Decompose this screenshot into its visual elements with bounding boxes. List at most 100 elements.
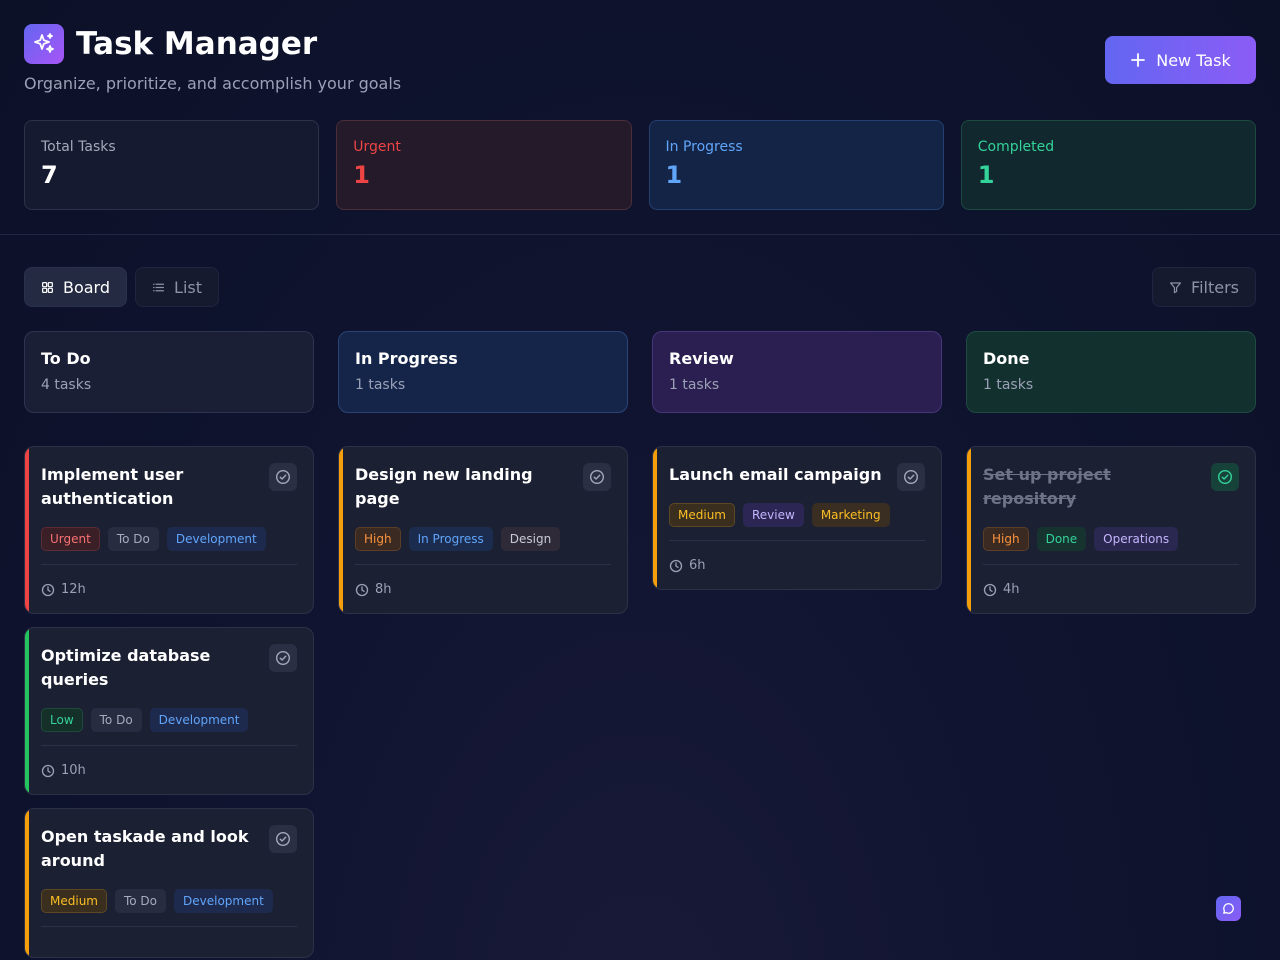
complete-task-button[interactable] (1211, 463, 1239, 491)
column-header: In Progress 1 tasks (338, 331, 628, 413)
status-badge: In Progress (408, 527, 493, 551)
task-meta: 10h (41, 763, 297, 778)
stat-value: 1 (353, 161, 370, 189)
plus-icon (1131, 53, 1146, 67)
column-header: To Do 4 tasks (24, 331, 314, 413)
clock-icon (983, 583, 997, 596)
task-meta: 12h (41, 582, 297, 597)
clock-icon (41, 583, 55, 596)
filter-icon (1170, 281, 1182, 293)
filters-button[interactable]: Filters (1152, 267, 1256, 307)
task-meta: 6h (669, 558, 925, 573)
clock-icon (669, 559, 683, 572)
task-card[interactable]: Open taskade and look around Medium To D… (24, 808, 314, 958)
column-header: Done 1 tasks (966, 331, 1256, 413)
complete-task-button[interactable] (269, 463, 297, 491)
task-card[interactable]: Set up project repository High Done Oper… (966, 446, 1256, 614)
column-to-do: To Do 4 tasks Implement user authenticat… (24, 331, 314, 958)
card-list: Set up project repository High Done Oper… (966, 446, 1256, 614)
stat-value: 1 (665, 161, 683, 189)
complete-task-button[interactable] (269, 825, 297, 853)
column-title: Review (669, 349, 734, 368)
view-toolbar: Board List Filters (24, 267, 1256, 307)
list-icon (153, 283, 165, 291)
board-view-button[interactable]: Board (24, 267, 127, 307)
stat-label: Urgent (353, 139, 401, 155)
task-tags: Medium To Do Development (41, 889, 297, 913)
category-badge: Development (149, 708, 249, 732)
stat-total-tasks: Total Tasks 7 (24, 120, 320, 210)
category-badge: Operations (1094, 527, 1179, 551)
chat-button[interactable] (1216, 896, 1241, 921)
board-view-label: Board (62, 277, 110, 297)
stat-label: Completed (977, 139, 1055, 155)
card-divider (41, 564, 297, 565)
category-badge: Marketing (811, 503, 890, 527)
column-title: Done (983, 349, 1030, 368)
complete-task-button[interactable] (269, 644, 297, 672)
column-done: Done 1 tasks Set up project repository H… (966, 331, 1256, 958)
task-meta: 4h (983, 582, 1239, 597)
column-header: Review 1 tasks (652, 331, 942, 413)
stat-value: 1 (977, 161, 995, 189)
task-tags: Medium Review Marketing (669, 503, 925, 527)
category-badge: Development (174, 889, 273, 913)
task-tags: Urgent To Do Development (41, 527, 297, 551)
column-in-progress: In Progress 1 tasks Design new landing p… (338, 331, 628, 958)
stat-urgent: Urgent 1 (336, 120, 632, 210)
column-title: To Do (41, 349, 91, 368)
task-title: Launch email campaign (669, 465, 882, 484)
sparkles-icon (24, 24, 64, 64)
card-divider (41, 745, 297, 746)
check-circle-icon (275, 469, 291, 485)
list-view-label: List (174, 277, 202, 297)
task-estimate: 6h (689, 558, 706, 573)
task-card[interactable]: Design new landing page High In Progress… (338, 446, 628, 614)
task-card[interactable]: Optimize database queries Low To Do Deve… (24, 627, 314, 795)
stat-completed: Completed 1 (960, 120, 1256, 210)
task-card[interactable]: Implement user authentication Urgent To … (24, 446, 314, 614)
task-estimate: 10h (61, 763, 86, 778)
card-list: Implement user authentication Urgent To … (24, 446, 314, 958)
task-card[interactable]: Launch email campaign Medium Review Mark… (652, 446, 942, 590)
priority-badge: Medium (41, 889, 107, 913)
clock-icon (41, 764, 55, 777)
priority-badge: High (355, 527, 401, 551)
task-title: Design new landing page (355, 465, 533, 508)
column-count: 1 tasks (983, 377, 1034, 393)
stat-in-progress: In Progress 1 (648, 120, 944, 210)
complete-task-button[interactable] (583, 463, 611, 491)
column-count: 1 tasks (669, 377, 720, 393)
page-subtitle: Organize, prioritize, and accomplish you… (24, 74, 402, 93)
card-divider (983, 564, 1239, 565)
category-badge: Development (166, 527, 266, 551)
task-title: Implement user authentication (41, 465, 184, 508)
check-circle-icon (275, 831, 291, 847)
header-divider (0, 234, 1280, 235)
check-circle-icon (589, 469, 605, 485)
category-badge: Design (500, 527, 561, 551)
priority-badge: High (983, 527, 1029, 551)
card-list: Launch email campaign Medium Review Mark… (652, 446, 942, 590)
new-task-button[interactable]: New Task (1105, 36, 1256, 84)
task-title: Optimize database queries (41, 646, 211, 689)
task-tags: High Done Operations (983, 527, 1239, 551)
page-header: Task Manager Organize, prioritize, and a… (24, 24, 1256, 94)
column-count: 1 tasks (355, 377, 406, 393)
filters-label: Filters (1191, 277, 1239, 297)
status-badge: Review (742, 503, 804, 527)
new-task-label: New Task (1156, 50, 1231, 70)
stat-label: Total Tasks (41, 139, 116, 155)
task-estimate: 12h (61, 582, 86, 597)
status-badge: To Do (90, 708, 142, 732)
task-meta: 8h (355, 582, 611, 597)
column-title: In Progress (355, 349, 458, 368)
card-list: Design new landing page High In Progress… (338, 446, 628, 614)
task-tags: High In Progress Design (355, 527, 611, 551)
status-badge: To Do (107, 527, 159, 551)
complete-task-button[interactable] (897, 463, 925, 491)
check-circle-icon (903, 469, 919, 485)
check-circle-icon (1217, 469, 1233, 485)
list-view-button[interactable]: List (135, 267, 219, 307)
task-tags: Low To Do Development (41, 708, 297, 732)
